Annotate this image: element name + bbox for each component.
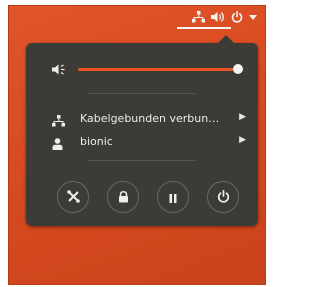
chevron-right-icon: ▶ [239,112,246,122]
settings-icon [66,188,80,207]
lock-icon [118,188,129,207]
power-off-button[interactable] [207,181,239,213]
lock-button[interactable] [107,181,139,213]
suspend-button[interactable] [157,181,189,213]
separator [88,160,196,161]
menu-item-label: Kabelgebunden verbun… [80,112,220,125]
menu-arrow-icon[interactable] [249,14,257,20]
menu-item-wired-network[interactable]: Kabelgebunden verbun… ▶ [26,108,258,130]
volume-row [26,57,258,81]
network-wired-icon [52,112,65,131]
menu-item-label: bionic [80,135,113,148]
volume-icon [52,61,66,80]
user-icon [52,135,63,154]
volume-icon[interactable] [211,11,225,23]
system-tray[interactable] [192,9,257,25]
top-panel [9,6,265,29]
power-icon[interactable] [231,11,243,23]
pause-icon [169,188,177,207]
separator [88,93,196,94]
menu-pointer [218,35,234,43]
power-icon [217,188,230,207]
settings-button[interactable] [57,181,89,213]
action-buttons [49,181,245,213]
chevron-right-icon: ▶ [239,135,246,145]
volume-slider-handle[interactable] [233,64,243,74]
network-icon[interactable] [192,11,205,23]
system-menu: Kabelgebunden verbun… ▶ bionic ▶ [26,35,258,226]
volume-slider[interactable] [78,68,240,71]
menu-item-user[interactable]: bionic ▶ [26,131,258,153]
desktop-background: Kabelgebunden verbun… ▶ bionic ▶ [8,5,266,285]
active-indicator [177,27,231,29]
